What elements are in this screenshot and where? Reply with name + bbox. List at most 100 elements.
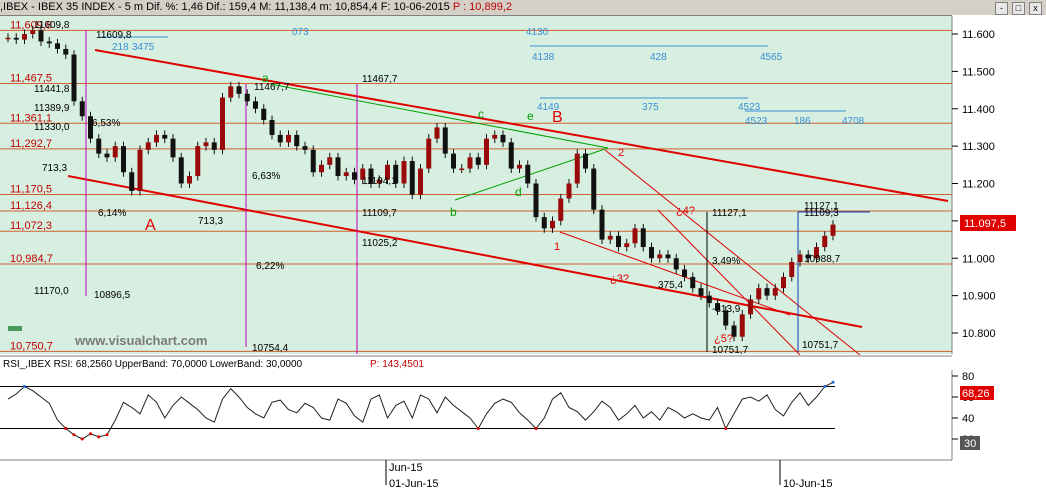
wave-label-1: 1	[554, 241, 560, 253]
price-plot-area[interactable]	[0, 16, 952, 354]
rsi-overbought-point-99	[823, 385, 827, 388]
candle-body-40	[335, 157, 341, 177]
candle-body-39	[327, 157, 333, 165]
chart-canvas[interactable]: 11,609,811,467,511,361,111,292,711,170,5…	[0, 0, 1046, 495]
wave-label-A: A	[145, 217, 156, 234]
candle-body-92	[764, 288, 770, 296]
candle-body-77	[640, 228, 646, 248]
level-label-7: 10,984,7	[10, 253, 53, 265]
candle-body-15	[129, 172, 135, 191]
watermark: www.visualchart.com	[74, 333, 207, 348]
candle-body-31	[261, 108, 267, 120]
candle-body-56	[467, 157, 473, 169]
rsi-axis-ticks: 80604020	[952, 371, 974, 446]
annotation-4: 073	[292, 27, 309, 38]
candle-body-78	[649, 247, 654, 259]
candle-body-1	[13, 37, 19, 40]
panel-divider	[0, 355, 952, 357]
candle-body-35	[294, 134, 300, 147]
candle-body-9	[79, 101, 85, 117]
level-label-4: 11,170,5	[10, 184, 52, 196]
rsi-oversold-point-7	[64, 427, 68, 430]
annotation-25: 713,3	[198, 216, 223, 227]
wave-label-d: d	[515, 185, 522, 199]
candle-body-71	[591, 168, 597, 210]
candle-body-14	[121, 146, 126, 173]
rsi-tick-label-2: 40	[962, 413, 974, 425]
annotation-30: 10896,5	[94, 290, 131, 301]
candle-body-6	[55, 43, 60, 49]
candle-body-2	[22, 34, 27, 40]
candle-body-65	[541, 217, 547, 229]
candle-body-16	[137, 149, 143, 191]
rsi-plot-area[interactable]	[0, 370, 952, 460]
candle-body-89	[739, 314, 745, 337]
candle-body-28	[236, 86, 242, 94]
annotation-39: 10751,7	[712, 345, 749, 356]
annotation-18: 11389,9	[34, 103, 70, 114]
rsi-oversold-point-64	[534, 427, 538, 430]
candle-body-62	[517, 164, 522, 169]
annotation-8: 4565	[760, 52, 783, 63]
candle-body-4	[38, 30, 44, 42]
candle-body-11	[96, 138, 102, 154]
candle-body-57	[475, 157, 481, 165]
annotation-7: 428	[650, 52, 667, 63]
annotation-31: 10754,4	[252, 343, 289, 354]
date-label-month: Jun-15	[389, 462, 423, 474]
wave-label-2: 2	[618, 147, 624, 159]
date-label-10-jun: 10-Jun-15	[783, 478, 833, 490]
candle-body-41	[343, 172, 349, 177]
rsi-oversold-point-12	[105, 433, 109, 437]
candle-body-53	[442, 127, 448, 154]
annotation-36: 3,49%	[712, 256, 740, 267]
level-label-5: 11,126,4	[10, 200, 52, 212]
annotation-23: 6,22%	[256, 261, 284, 272]
level-label-3: 11,292,7	[10, 138, 52, 150]
candle-body-12	[104, 153, 110, 158]
candle-body-20	[170, 138, 176, 158]
candle-body-54	[451, 153, 456, 169]
annotation-14: 4708	[842, 116, 865, 127]
wave-label-3: ¿3?	[610, 273, 629, 285]
annotation-35: 10988,7	[804, 254, 841, 265]
candle-body-17	[145, 142, 151, 150]
annotation-3: 3475	[132, 42, 155, 53]
candle-body-96	[797, 254, 803, 262]
annotation-21: 6,63%	[252, 171, 280, 182]
date-axis-area	[0, 460, 1046, 495]
wave-label-5: ¿5?	[714, 333, 733, 345]
candle-body-60	[500, 134, 506, 143]
candle-body-67	[558, 198, 564, 221]
candle-body-36	[302, 146, 308, 150]
candle-body-29	[244, 93, 250, 102]
candle-body-42	[352, 172, 357, 180]
candle-body-18	[154, 134, 159, 143]
candle-body-93	[772, 288, 778, 296]
rsi-oversold-point-11	[97, 435, 101, 439]
annotation-27: 11109,7	[362, 208, 397, 219]
candle-body-99	[822, 235, 828, 248]
level-label-8: 10,750,7	[10, 340, 53, 352]
rsi-oversold-point-9	[80, 437, 84, 441]
rsi-oversold-point-57	[476, 427, 480, 430]
candle-body-19	[162, 134, 168, 139]
candle-body-74	[616, 235, 621, 248]
price-tick-label-1: 11.500	[962, 66, 995, 78]
candle-body-50	[418, 168, 423, 195]
wave-label-e: e	[527, 109, 534, 123]
logo-mark	[8, 326, 22, 331]
annotation-13: 186	[794, 116, 811, 127]
annotation-24: 713,3	[42, 163, 67, 174]
candle-body-51	[426, 138, 432, 169]
annotation-20: 6,53%	[92, 118, 120, 129]
candle-body-23	[195, 146, 201, 177]
candle-body-37	[310, 149, 316, 173]
price-tick-label-0: 11.600	[962, 29, 995, 41]
price-tick-label-6: 11.000	[962, 253, 995, 265]
candle-body-72	[599, 209, 605, 240]
candle-body-22	[187, 176, 192, 184]
candle-body-61	[508, 142, 514, 169]
candle-body-79	[657, 254, 663, 259]
price-tick-label-8: 10.800	[962, 328, 996, 340]
